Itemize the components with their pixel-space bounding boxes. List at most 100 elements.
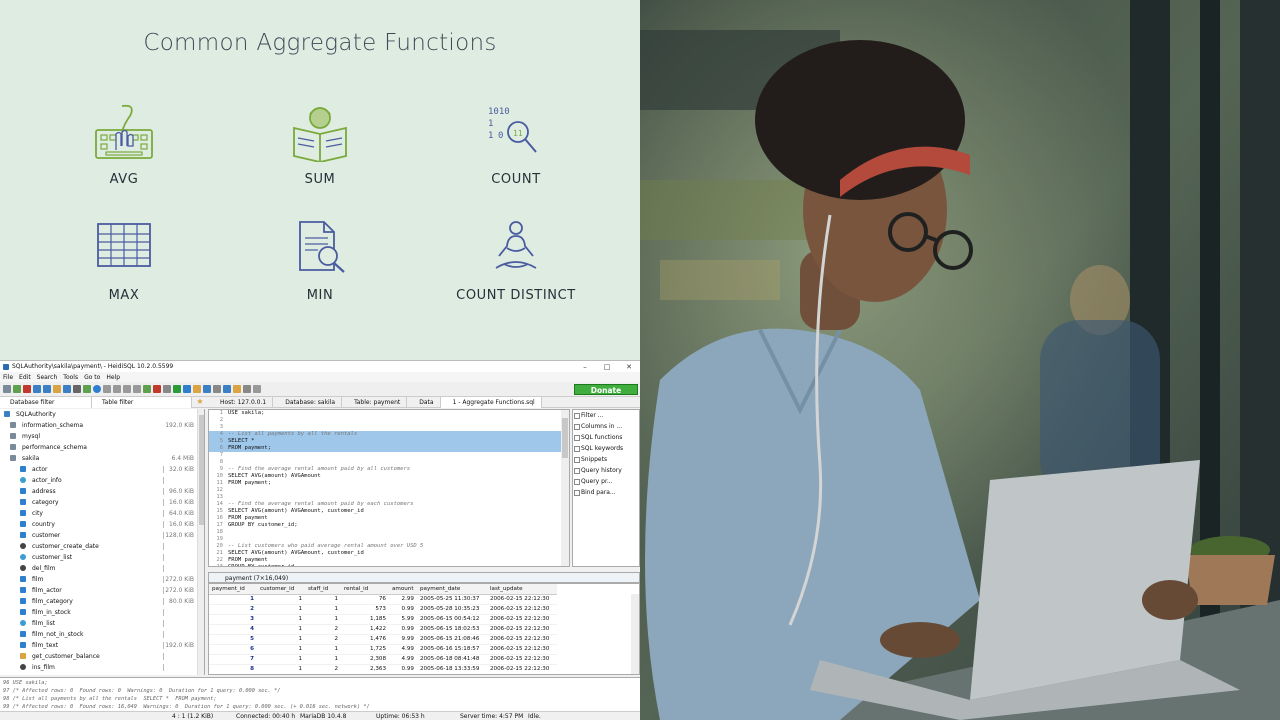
table-cell[interactable]: 76 [341,594,389,605]
cancel-icon[interactable] [163,385,171,393]
table-cell[interactable]: 2006-02-15 22:12:30 [487,634,557,645]
tree-item[interactable]: film_in_stock [0,607,204,618]
column-header[interactable]: last_update [487,584,557,595]
tree-item[interactable]: film_actor 272.0 KiB [0,585,204,596]
helper-item[interactable]: SQL functions [573,432,639,443]
table-cell[interactable]: 1 [257,644,305,655]
tab-query[interactable]: 1 - Aggregate Functions.sql [440,397,542,408]
star-icon[interactable]: ★ [192,397,208,407]
table-cell[interactable]: 1 [257,594,305,605]
column-header[interactable]: amount [389,584,417,595]
table-cell[interactable]: 2005-06-15 21:08:46 [417,634,487,645]
table-row[interactable]: 6 1 1 1,725 4.99 2005-06-16 15:18:57 2006-02-1… [209,644,557,655]
table-row[interactable]: 5 1 2 1,476 9.99 2005-06-15 21:08:46 2006-02-1… [209,634,557,645]
paste-icon[interactable] [43,385,51,393]
close-tab-icon[interactable] [253,385,261,393]
table-cell[interactable]: 2005-05-25 11:30:37 [417,594,487,605]
connect-icon[interactable] [3,385,11,393]
table-cell[interactable]: 2,363 [341,664,389,674]
tree-item[interactable]: information_schema 192.0 KiB [0,420,204,431]
table-cell[interactable]: 2005-05-28 10:35:23 [417,604,487,615]
table-cell[interactable]: 5 [209,634,257,645]
table-cell[interactable]: 2 [305,664,341,674]
menu-goto[interactable]: Go to [84,374,100,381]
options-icon[interactable] [83,385,91,393]
column-header[interactable]: payment_id [209,584,257,595]
table-cell[interactable]: 4 [209,624,257,635]
menu-edit[interactable]: Edit [19,374,31,381]
table-cell[interactable]: 7 [209,654,257,665]
table-cell[interactable]: 1 [209,594,257,605]
database-filter-input[interactable]: Database filter [0,397,92,408]
table-cell[interactable]: 1 [257,654,305,665]
tree-item[interactable]: address 96.0 KiB [0,486,204,497]
table-cell[interactable]: 0.99 [389,604,417,615]
tree-item[interactable]: del_film [0,563,204,574]
table-row[interactable]: 7 1 1 2,308 4.99 2005-06-18 08:41:48 2006-02-1… [209,654,557,665]
column-header[interactable]: customer_id [257,584,305,595]
delete-row-icon[interactable] [153,385,161,393]
tree-item[interactable]: film_text 192.0 KiB [0,640,204,651]
table-cell[interactable]: 1 [257,604,305,615]
table-cell[interactable]: 2006-02-15 22:12:30 [487,624,557,635]
tree-item[interactable]: film 272.0 KiB [0,574,204,585]
tree-item[interactable]: ins_film [0,662,204,673]
table-cell[interactable]: 1 [305,594,341,605]
tree-item[interactable]: actor 32.0 KiB [0,464,204,475]
table-cell[interactable]: 2006-02-15 22:12:30 [487,644,557,655]
format-icon[interactable] [213,385,221,393]
tree-scroll-thumb[interactable] [199,415,204,525]
table-row[interactable]: 8 1 2 2,363 0.99 2005-06-18 13:33:59 2006-02-1… [209,664,557,674]
last-icon[interactable] [133,385,141,393]
run-selection-icon[interactable] [183,385,191,393]
table-cell[interactable]: 1,422 [341,624,389,635]
table-cell[interactable]: 2006-02-15 22:12:30 [487,614,557,625]
table-cell[interactable]: 2 [305,634,341,645]
disconnect-icon[interactable] [23,385,31,393]
table-cell[interactable]: 2.99 [389,594,417,605]
column-header[interactable]: payment_date [417,584,487,595]
helper-item[interactable]: Query history [573,465,639,476]
table-cell[interactable]: 2005-06-18 13:33:59 [417,664,487,674]
table-cell[interactable]: 1 [257,614,305,625]
tab-host[interactable]: Host: 127.0.0.1 [208,397,274,408]
table-cell[interactable]: 1 [257,664,305,674]
table-filter-input[interactable]: Table filter [92,397,192,408]
refresh-icon[interactable] [63,385,71,393]
helper-item[interactable]: Bind para... [573,487,639,498]
table-cell[interactable]: 1,185 [341,614,389,625]
table-cell[interactable]: 2,308 [341,654,389,665]
tree-item[interactable]: SQLAuthority [0,409,204,420]
helper-item[interactable]: Query pr... [573,476,639,487]
tree-item[interactable]: film_not_in_stock [0,629,204,640]
prev-icon[interactable] [113,385,121,393]
next-icon[interactable] [123,385,131,393]
editor-scroll-thumb[interactable] [562,418,568,458]
tree-item[interactable]: mysql [0,431,204,442]
donate-button[interactable]: Donate [574,384,638,395]
tree-item[interactable]: customer 128.0 KiB [0,530,204,541]
table-cell[interactable]: 2005-06-18 08:41:48 [417,654,487,665]
table-cell[interactable]: 2 [209,604,257,615]
table-cell[interactable]: 1 [257,624,305,635]
tree-item[interactable]: customer_create_date [0,541,204,552]
menu-file[interactable]: File [3,374,13,381]
helper-item[interactable]: Columns in ... [573,421,639,432]
save-icon[interactable] [203,385,211,393]
table-cell[interactable]: 2006-02-15 22:12:30 [487,594,557,605]
tree-item[interactable]: category 16.0 KiB [0,497,204,508]
tree-item[interactable]: get_customer_balance [0,651,204,662]
menu-tools[interactable]: Tools [63,374,78,381]
table-cell[interactable]: 8 [209,664,257,674]
find-icon[interactable] [223,385,231,393]
highlight-icon[interactable] [233,385,241,393]
table-row[interactable]: 3 1 1 1,185 5.99 2005-06-15 00:54:12 2006-02-1… [209,614,557,625]
column-header[interactable]: staff_id [305,584,341,595]
first-icon[interactable] [103,385,111,393]
table-cell[interactable]: 1,476 [341,634,389,645]
table-cell[interactable]: 2 [305,624,341,635]
table-cell[interactable]: 573 [341,604,389,615]
column-header[interactable]: rental_id [341,584,389,595]
menu-help[interactable]: Help [106,374,120,381]
tree-scrollbar[interactable] [197,409,204,675]
